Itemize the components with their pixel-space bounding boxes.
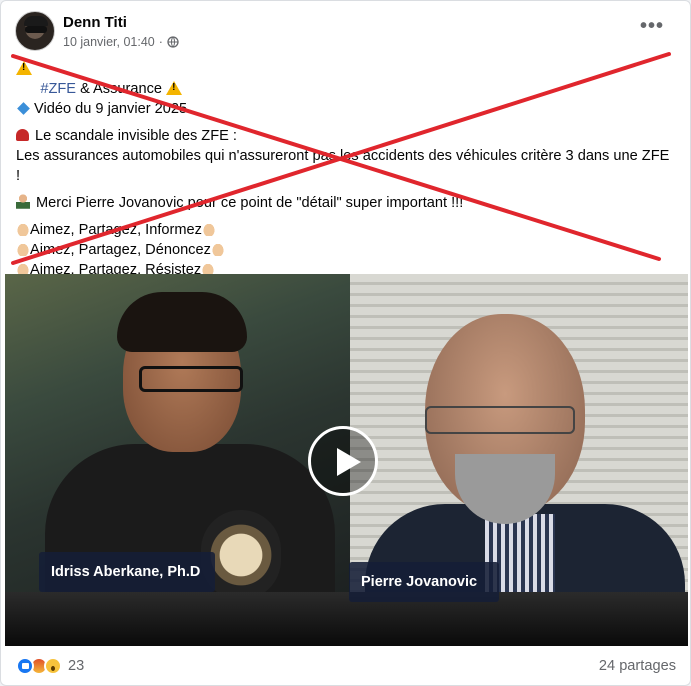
post-text: #ZFE & Assurance Vidéo du 9 janvier 2025… xyxy=(16,59,676,280)
like-reaction-icon xyxy=(16,657,34,675)
text-line-1: & Assurance xyxy=(76,81,167,97)
reactions-summary[interactable]: 23 xyxy=(16,657,84,675)
warning-icon xyxy=(166,81,183,95)
post-header: Denn Titi 10 janvier, 01:40 · xyxy=(15,11,179,51)
wow-reaction-icon xyxy=(44,657,62,675)
post-date[interactable]: 10 janvier, 01:40 xyxy=(63,35,155,49)
text-line-5: Merci Pierre Jovanovic pour ce point de … xyxy=(36,195,464,211)
globe-icon xyxy=(167,35,179,48)
blue-diamond-icon xyxy=(17,102,30,116)
screen-bezel xyxy=(5,592,688,646)
author-name[interactable]: Denn Titi xyxy=(63,14,179,32)
reaction-icons xyxy=(16,657,62,675)
more-options-icon[interactable]: ••• xyxy=(640,15,664,38)
text-line-2: Vidéo du 9 janvier 2025 xyxy=(34,101,188,117)
speaker-right-glasses xyxy=(425,406,575,434)
text-line-7: Aimez, Partagez, Dénoncez xyxy=(30,242,211,258)
person-icon xyxy=(16,194,30,209)
play-icon[interactable] xyxy=(308,426,378,496)
praying-hands-icon xyxy=(16,242,30,256)
post-meta: Denn Titi 10 janvier, 01:40 · xyxy=(63,14,179,49)
siren-icon xyxy=(16,129,29,141)
praying-hands-icon xyxy=(210,242,225,256)
hashtag-link[interactable]: #ZFE xyxy=(40,81,76,97)
avatar[interactable] xyxy=(15,11,55,51)
nameplate-left: Idriss Aberkane, Ph.D xyxy=(39,552,215,592)
nameplate-right: Pierre Jovanovic xyxy=(349,562,499,602)
reaction-count: 23 xyxy=(68,658,85,674)
post-date-row: 10 janvier, 01:40 · xyxy=(63,35,179,49)
praying-hands-icon xyxy=(16,222,30,236)
warning-icon xyxy=(16,61,32,75)
video-player[interactable]: Idriss Aberkane, Ph.D Pierre Jovanovic xyxy=(5,274,688,646)
text-line-4: Les assurances automobiles qui n'assurer… xyxy=(16,148,674,184)
text-line-6: Aimez, Partagez, Informez xyxy=(30,222,202,238)
post-footer: 23 24 partages xyxy=(16,653,676,679)
shares-count[interactable]: 24 partages xyxy=(599,658,676,674)
praying-hands-icon xyxy=(201,222,216,236)
text-line-3: Le scandale invisible des ZFE : xyxy=(35,128,237,144)
post-card: Denn Titi 10 janvier, 01:40 · ••• #ZFE &… xyxy=(0,0,691,686)
speaker-left-hair xyxy=(117,292,247,352)
speaker-left-glasses xyxy=(139,366,243,392)
